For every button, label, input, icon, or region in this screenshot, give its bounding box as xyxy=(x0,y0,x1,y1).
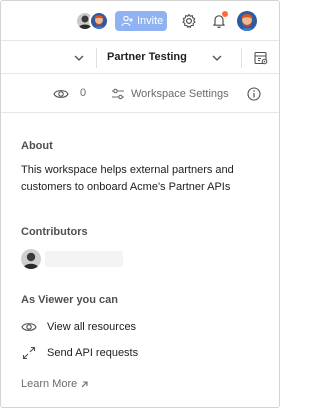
info-icon[interactable] xyxy=(247,87,261,101)
workspace-settings-button[interactable]: Workspace Settings xyxy=(111,85,229,103)
contributor-avatars[interactable] xyxy=(75,11,111,31)
external-arrow-icon xyxy=(81,380,88,387)
add-person-icon xyxy=(121,15,133,27)
gear-icon[interactable] xyxy=(180,12,198,30)
workspace-actions-bar: 0 Workspace Settings xyxy=(1,75,279,113)
learn-more-link[interactable]: Learn More xyxy=(21,378,89,390)
invite-label: Invite xyxy=(137,15,164,27)
environment-bar: Partner Testing xyxy=(1,42,279,74)
contributor-name[interactable] xyxy=(45,251,123,267)
viewer-heading: As Viewer you can xyxy=(21,294,119,306)
chevron-down-icon[interactable] xyxy=(210,51,224,65)
sliders-icon xyxy=(112,88,124,100)
divider xyxy=(96,48,97,68)
about-description: This workspace helps external partners a… xyxy=(21,164,234,193)
eye-icon xyxy=(21,323,37,331)
invite-button[interactable]: Invite xyxy=(115,11,167,31)
notification-dot xyxy=(222,11,228,17)
workspace-settings-label: Workspace Settings xyxy=(131,88,229,100)
chevron-down-icon[interactable] xyxy=(72,51,86,65)
eye-icon[interactable] xyxy=(53,87,69,101)
user-avatar[interactable] xyxy=(237,11,257,31)
watch-count: 0 xyxy=(80,87,87,99)
permission-item: View all resources xyxy=(21,318,136,336)
contributors-heading: Contributors xyxy=(21,226,88,238)
divider xyxy=(241,48,242,68)
permission-item: Send API requests xyxy=(21,344,138,362)
avatar xyxy=(89,11,109,31)
permission-label: View all resources xyxy=(47,321,137,333)
permission-label: Send API requests xyxy=(47,347,139,359)
send-request-icon xyxy=(22,346,36,360)
avatar[interactable] xyxy=(21,249,41,269)
environment-selector[interactable]: Partner Testing xyxy=(107,51,187,63)
about-heading: About xyxy=(21,140,53,152)
learn-more-label: Learn More xyxy=(21,378,78,390)
workspace-overview-panel: Invite Partner Testing 0 Workspace Setti… xyxy=(0,0,280,408)
header-bar: Invite xyxy=(1,1,279,41)
environment-quick-look-icon[interactable] xyxy=(253,50,269,66)
